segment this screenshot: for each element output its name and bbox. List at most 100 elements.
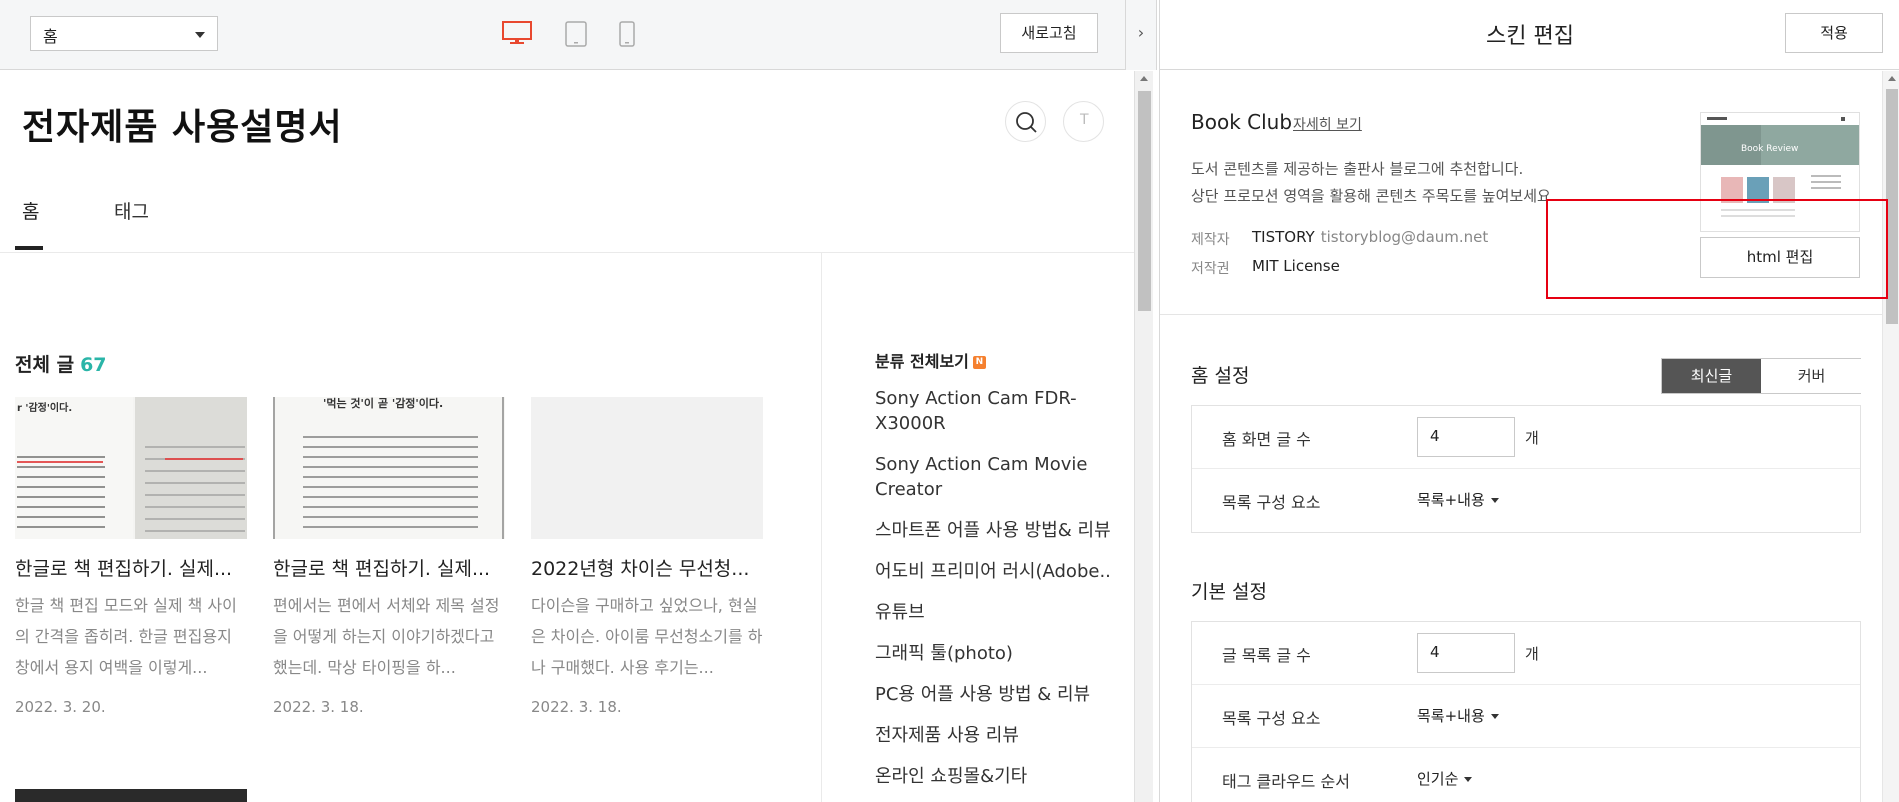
- blog-title[interactable]: 전자제품 사용설명서: [22, 98, 343, 150]
- category-item[interactable]: 유튜브: [875, 600, 1115, 625]
- category-item[interactable]: 스마트폰 어플 사용 방법& 리뷰: [875, 518, 1115, 543]
- toggle-latest[interactable]: 최신글: [1662, 359, 1761, 393]
- preview-toolbar: 홈 새로고침: [0, 0, 1134, 70]
- post-date: 2022. 3. 18.: [531, 698, 622, 716]
- post-thumbnail[interactable]: [531, 397, 763, 539]
- post-title[interactable]: 한글로 책 편집하기. 실제...: [273, 554, 505, 581]
- basic-settings-title: 기본 설정: [1191, 581, 1267, 603]
- mobile-view-icon[interactable]: [618, 20, 636, 52]
- nav-tab-home[interactable]: 홈: [22, 197, 39, 224]
- maker-name: TISTORY: [1252, 228, 1315, 246]
- thumbnail-caption: '먹는 것'이 곧 '감정'이다.: [323, 397, 443, 410]
- skin-name: Book Club: [1191, 110, 1293, 134]
- select-value: 인기순: [1417, 770, 1459, 788]
- post-excerpt[interactable]: 다이슨을 구매하고 싶었으나, 현실은 차이슨. 아이룸 무선청소기를 하나 구…: [531, 590, 763, 686]
- apply-button[interactable]: 적용: [1785, 13, 1883, 53]
- category-item[interactable]: 전자제품 사용 리뷰: [875, 723, 1115, 748]
- home-mode-toggle[interactable]: 최신글 커버: [1661, 358, 1861, 394]
- post-thumbnail[interactable]: [15, 789, 247, 802]
- maker-email: tistoryblog@daum.net: [1320, 228, 1489, 246]
- setting-unit: 개: [1525, 429, 1539, 447]
- category-heading[interactable]: 분류 전체보기 N: [875, 348, 1115, 372]
- setting-unit: 개: [1525, 645, 1539, 663]
- collapse-panel-button[interactable]: ›: [1125, 0, 1157, 70]
- skin-info: Book Club 자세히 보기 도서 콘텐츠를 제공하는 출판사 블로그에 추…: [1160, 71, 1899, 315]
- page-select-value: 홈: [43, 27, 58, 46]
- list-component-select[interactable]: 목록+내용: [1417, 705, 1499, 726]
- home-settings-box: 홈 화면 글 수 4 개 목록 구성 요소 목록+내용: [1191, 405, 1861, 533]
- chevron-down-icon: [1464, 777, 1473, 782]
- refresh-button[interactable]: 새로고침: [1000, 13, 1098, 53]
- home-settings-title: 홈 설정: [1191, 365, 1250, 387]
- basic-settings-box: 글 목록 글 수 4 개 목록 구성 요소 목록+내용 태그 클라우드 순서 인…: [1191, 621, 1861, 802]
- setting-row: 홈 화면 글 수 4 개: [1192, 406, 1860, 469]
- home-post-count-input[interactable]: 4: [1417, 417, 1515, 457]
- setting-label: 태그 클라우드 순서: [1222, 772, 1350, 791]
- category-item[interactable]: PC용 어플 사용 방법 & 리뷰: [875, 682, 1115, 707]
- scroll-up-icon[interactable]: [1140, 76, 1148, 81]
- skin-edit-panel: 스킨 편집 적용 Book Club 자세히 보기 도서 콘텐츠를 제공하는 출…: [1159, 0, 1899, 802]
- home-list-component-select[interactable]: 목록+내용: [1417, 489, 1499, 510]
- toggle-cover[interactable]: 커버: [1762, 359, 1861, 393]
- chevron-down-icon: [1490, 714, 1499, 719]
- maker-label: 제작자: [1191, 232, 1230, 248]
- skin-description-line: 상단 프로모션 영역을 활용해 콘텐츠 주목도를 높여보세요.: [1191, 187, 1556, 205]
- skin-thumbnail: Book Review: [1700, 112, 1860, 232]
- write-button[interactable]: T: [1063, 101, 1104, 142]
- chevron-down-icon: [195, 32, 205, 38]
- write-icon: T: [1080, 112, 1089, 128]
- category-item[interactable]: Sony Action Cam FDR-X3000R: [875, 386, 1115, 436]
- scroll-up-icon[interactable]: [1888, 76, 1896, 81]
- category-item[interactable]: 온라인 쇼핑몰&기타: [875, 764, 1115, 789]
- page-select[interactable]: 홈: [30, 16, 218, 51]
- chevron-down-icon: [1490, 498, 1499, 503]
- post-title[interactable]: 한글로 책 편집하기. 실제...: [15, 554, 247, 581]
- post-excerpt[interactable]: 한글 책 편집 모드와 실제 책 사이의 간격을 좁히려. 한글 편집용지 창에…: [15, 590, 247, 686]
- post-thumbnail[interactable]: '먹는 것'이 곧 '감정'이다.: [273, 397, 505, 539]
- new-badge: N: [972, 356, 986, 369]
- posts-heading-label: 전체 글: [15, 354, 75, 376]
- category-item[interactable]: 그래픽 툴(photo): [875, 641, 1115, 666]
- posts-heading: 전체 글 67: [15, 350, 107, 377]
- skin-description-line: 도서 콘텐츠를 제공하는 출판사 블로그에 추천합니다.: [1191, 160, 1524, 178]
- skin-description: 도서 콘텐츠를 제공하는 출판사 블로그에 추천합니다. 상단 프로모션 영역을…: [1191, 156, 1556, 210]
- post-date: 2022. 3. 18.: [273, 698, 364, 716]
- search-icon: [1016, 112, 1037, 133]
- post-excerpt[interactable]: 편에서는 편에서 서체와 제목 설정을 어떻게 하는지 이야기하겠다고 했는데.…: [273, 590, 505, 686]
- nav-tab-tag[interactable]: 태그: [114, 197, 149, 224]
- scrollbar-thumb[interactable]: [1138, 91, 1151, 311]
- select-value: 목록+내용: [1417, 707, 1485, 725]
- setting-row: 글 목록 글 수 4 개: [1192, 622, 1860, 685]
- setting-row: 태그 클라우드 순서 인기순: [1192, 748, 1860, 802]
- license-value: MIT License: [1252, 257, 1340, 275]
- setting-label: 목록 구성 요소: [1222, 709, 1321, 728]
- nav-active-indicator: [15, 246, 43, 250]
- license-label: 저작권: [1191, 261, 1230, 277]
- setting-label: 목록 구성 요소: [1222, 493, 1321, 512]
- skin-detail-link[interactable]: 자세히 보기: [1293, 114, 1362, 134]
- preview-scrollbar[interactable]: [1134, 71, 1153, 802]
- post-title[interactable]: 2022년형 차이슨 무선청...: [531, 554, 763, 581]
- panel-scrollbar[interactable]: [1882, 71, 1899, 802]
- list-post-count-input[interactable]: 4: [1417, 633, 1515, 673]
- tag-cloud-order-select[interactable]: 인기순: [1417, 768, 1473, 789]
- setting-row: 목록 구성 요소 목록+내용: [1192, 469, 1860, 532]
- tablet-view-icon[interactable]: [564, 20, 588, 52]
- skin-thumbnail-caption: Book Review: [1741, 144, 1798, 154]
- html-edit-button[interactable]: html 편집: [1700, 237, 1860, 278]
- svg-text:r '감정'이다.: r '감정'이다.: [17, 401, 72, 414]
- posts-count: 67: [80, 354, 107, 376]
- nav-divider: [0, 252, 1134, 253]
- sidebar-divider: [821, 252, 822, 802]
- post-thumbnail[interactable]: r '감정'이다.: [15, 397, 247, 539]
- desktop-view-icon[interactable]: [501, 20, 533, 50]
- category-item[interactable]: Sony Action Cam Movie Creator: [875, 452, 1115, 502]
- category-item[interactable]: 어도비 프리미어 러시(Adobe..: [875, 559, 1115, 584]
- category-list: 분류 전체보기 N Sony Action Cam FDR-X3000R Sony…: [875, 348, 1115, 802]
- maker-value: TISTORY tistoryblog@daum.net: [1252, 228, 1488, 246]
- blog-preview-pane: 홈 새로고침 전자제품 사용설명서 T 홈 태그 전체 글 67 r '감정'이…: [0, 0, 1153, 802]
- scrollbar-thumb[interactable]: [1886, 89, 1898, 324]
- search-button[interactable]: [1005, 101, 1046, 142]
- setting-label: 홈 화면 글 수: [1222, 430, 1311, 449]
- setting-label: 글 목록 글 수: [1222, 646, 1311, 665]
